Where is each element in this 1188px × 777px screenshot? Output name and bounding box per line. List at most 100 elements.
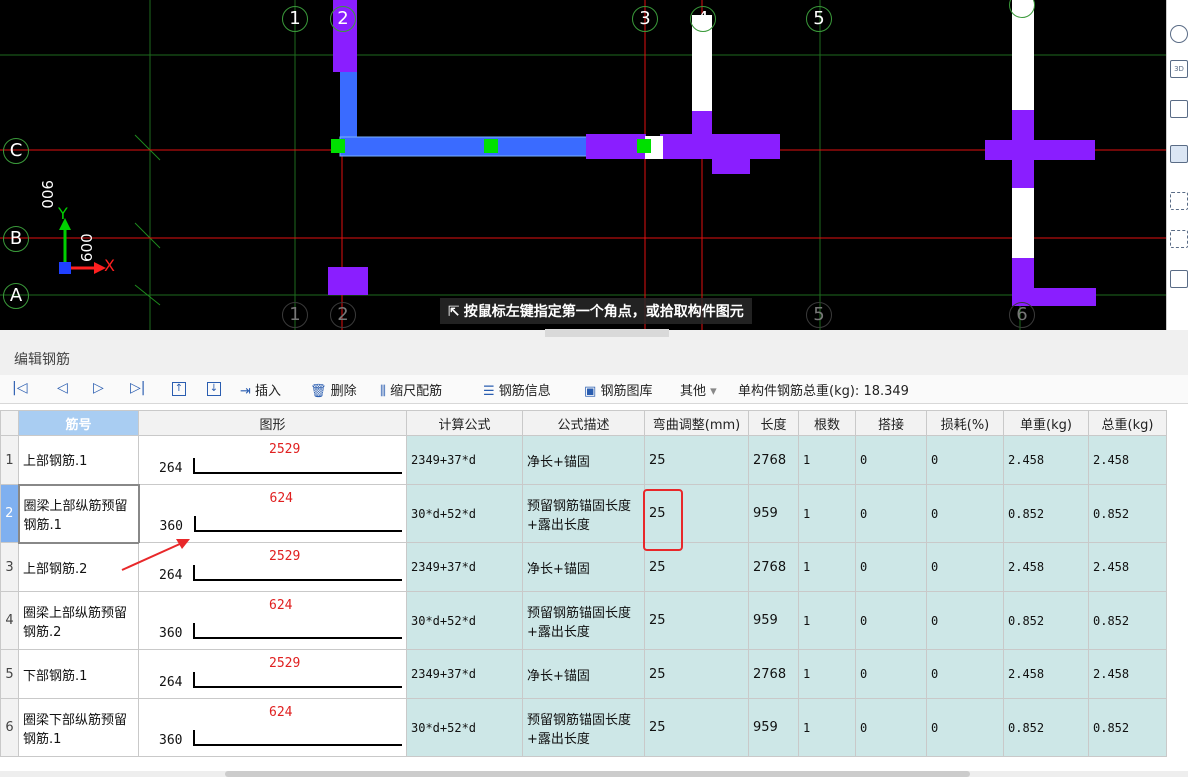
header-length[interactable]: 长度 [748, 410, 799, 436]
cell-count[interactable]: 1 [798, 698, 856, 757]
splitter-handle[interactable] [545, 329, 669, 337]
cell-formula[interactable]: 2349+37*d [406, 435, 523, 485]
rebar-info-button[interactable]: ☰ 钢筋信息 [483, 380, 551, 399]
cell-lap[interactable]: 0 [855, 484, 927, 543]
cell-bar-no[interactable]: 上部钢筋.1 [18, 435, 139, 485]
cell-shape[interactable]: 360 624 [138, 484, 407, 543]
cell-desc[interactable]: 净长+锚固 [522, 435, 645, 485]
cell-count[interactable]: 1 [798, 484, 856, 543]
cell-total-weight[interactable]: 2.458 [1088, 649, 1167, 699]
cell-desc[interactable]: 预留钢筋锚固长度+露出长度 [522, 591, 645, 650]
cell-shape[interactable]: 360 624 [138, 591, 407, 650]
first-record-button[interactable]: |◁ [12, 380, 27, 396]
cell-unit-weight[interactable]: 2.458 [1003, 649, 1089, 699]
header-unit-weight[interactable]: 单重(kg) [1003, 410, 1089, 436]
horizontal-scrollbar[interactable] [0, 771, 1188, 777]
cell-loss[interactable]: 0 [926, 649, 1004, 699]
row-number[interactable]: 4 [0, 591, 19, 650]
select-region-icon[interactable] [1170, 192, 1188, 210]
header-desc[interactable]: 公式描述 [522, 410, 645, 436]
cell-formula[interactable]: 30*d+52*d [406, 484, 523, 543]
header-formula[interactable]: 计算公式 [406, 410, 523, 436]
cell-formula[interactable]: 2349+37*d [406, 649, 523, 699]
cell-bar-no[interactable]: 圈梁上部纵筋预留钢筋.2 [18, 591, 139, 650]
cell-count[interactable]: 1 [798, 591, 856, 650]
cell-loss[interactable]: 0 [926, 435, 1004, 485]
cell-bar-no[interactable]: 圈梁下部纵筋预留钢筋.1 [18, 698, 139, 757]
cell-lap[interactable]: 0 [855, 649, 927, 699]
insert-button[interactable]: ⇥ 插入 [240, 380, 281, 399]
cell-length[interactable]: 959 [748, 698, 799, 757]
cell-total-weight[interactable]: 0.852 [1088, 591, 1167, 650]
prev-record-button[interactable]: ◁ [57, 380, 68, 396]
cell-length[interactable]: 2768 [748, 649, 799, 699]
cell-total-weight[interactable]: 2.458 [1088, 435, 1167, 485]
cell-lap[interactable]: 0 [855, 591, 927, 650]
rotate-icon[interactable] [1170, 25, 1188, 43]
cell-count[interactable]: 1 [798, 435, 856, 485]
header-count[interactable]: 根数 [798, 410, 856, 436]
cell-bend[interactable]: 25 [644, 435, 749, 485]
cell-total-weight[interactable]: 0.852 [1088, 484, 1167, 543]
cell-shape[interactable]: 264 2529 [138, 435, 407, 485]
table-row[interactable]: 4 圈梁上部纵筋预留钢筋.2 360 624 30*d+52*d 预留钢筋锚固长度+露出长… [0, 591, 1167, 650]
cell-desc[interactable]: 预留钢筋锚固长度+露出长度 [522, 484, 645, 543]
row-number[interactable]: 1 [0, 435, 19, 485]
header-total-weight[interactable]: 总重(kg) [1088, 410, 1167, 436]
cell-length[interactable]: 959 [748, 591, 799, 650]
view-cube-icon[interactable] [1170, 145, 1188, 163]
scale-rebar-button[interactable]: ⫼ 缩尺配筋 [380, 380, 442, 399]
cell-unit-weight[interactable]: 0.852 [1003, 484, 1089, 543]
cell-loss[interactable]: 0 [926, 484, 1004, 543]
header-loss[interactable]: 损耗(%) [926, 410, 1004, 436]
cell-formula[interactable]: 30*d+52*d [406, 698, 523, 757]
table-row[interactable]: 1 上部钢筋.1 264 2529 2349+37*d 净长+锚固 25 2768 1 0 0 2.4… [0, 435, 1167, 485]
move-up-button[interactable]: ↑ [172, 380, 186, 396]
cell-desc[interactable]: 净长+锚固 [522, 649, 645, 699]
row-number[interactable]: 5 [0, 649, 19, 699]
cad-canvas[interactable]: 1 2 3 4 5 6 1 2 5 6 C B A 900 600 Y X ⇱ 按… [0, 0, 1166, 330]
view-box-icon[interactable] [1170, 100, 1188, 118]
scrollbar-thumb[interactable] [225, 771, 970, 777]
cell-bend[interactable]: 25 [644, 698, 749, 757]
cell-desc[interactable]: 净长+锚固 [522, 542, 645, 592]
cell-lap[interactable]: 0 [855, 698, 927, 757]
cell-bend[interactable]: 25 [644, 591, 749, 650]
cell-unit-weight[interactable]: 0.852 [1003, 698, 1089, 757]
row-number[interactable]: 6 [0, 698, 19, 757]
cell-total-weight[interactable]: 2.458 [1088, 542, 1167, 592]
row-number[interactable]: 2 [0, 484, 19, 543]
cell-formula[interactable]: 2349+37*d [406, 542, 523, 592]
cell-shape[interactable]: 360 624 [138, 698, 407, 757]
cell-bar-no[interactable]: 下部钢筋.1 [18, 649, 139, 699]
row-number[interactable]: 3 [0, 542, 19, 592]
cell-count[interactable]: 1 [798, 649, 856, 699]
cell-unit-weight[interactable]: 0.852 [1003, 591, 1089, 650]
header-shape[interactable]: 图形 [138, 410, 407, 436]
cell-shape[interactable]: 264 2529 [138, 649, 407, 699]
cell-loss[interactable]: 0 [926, 698, 1004, 757]
cell-length[interactable]: 959 [748, 484, 799, 543]
view-3d-icon[interactable]: 3D [1170, 60, 1188, 78]
header-bar-no[interactable]: 筋号 [18, 410, 139, 436]
rebar-library-button[interactable]: ▣ 钢筋图库 [584, 380, 652, 399]
last-record-button[interactable]: ▷| [130, 380, 145, 396]
cell-length[interactable]: 2768 [748, 435, 799, 485]
table-row[interactable]: 5 下部钢筋.1 264 2529 2349+37*d 净长+锚固 25 2768 1 0 0 2.4… [0, 649, 1167, 699]
header-bend[interactable]: 弯曲调整(mm) [644, 410, 749, 436]
table-row[interactable]: 6 圈梁下部纵筋预留钢筋.1 360 624 30*d+52*d 预留钢筋锚固长度+露出长… [0, 698, 1167, 757]
header-lap[interactable]: 搭接 [855, 410, 927, 436]
other-dropdown[interactable]: 其他 ▾ [680, 380, 717, 399]
cell-formula[interactable]: 30*d+52*d [406, 591, 523, 650]
move-down-button[interactable]: ↓ [207, 380, 221, 396]
cell-total-weight[interactable]: 0.852 [1088, 698, 1167, 757]
cell-lap[interactable]: 0 [855, 542, 927, 592]
cell-loss[interactable]: 0 [926, 591, 1004, 650]
cell-bar-no[interactable]: 圈梁上部纵筋预留钢筋.1 [17, 483, 140, 544]
cell-unit-weight[interactable]: 2.458 [1003, 542, 1089, 592]
cell-unit-weight[interactable]: 2.458 [1003, 435, 1089, 485]
select-3d-icon[interactable] [1170, 230, 1188, 248]
next-record-button[interactable]: ▷ [93, 380, 104, 396]
cell-count[interactable]: 1 [798, 542, 856, 592]
list-icon[interactable] [1170, 270, 1188, 288]
